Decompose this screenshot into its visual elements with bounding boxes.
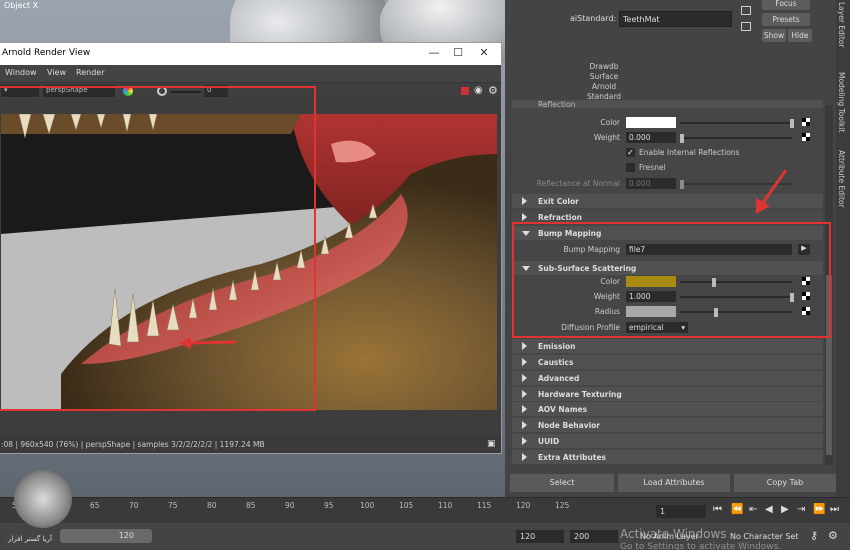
play-icon[interactable]: ▶ [781,504,789,515]
internal-reflections-label: Enable Internal Reflections [639,148,740,157]
windows-activation-subtext: Go to Settings to activate Windows. [620,542,782,550]
range-end-field[interactable]: 200 [570,530,618,543]
reflection-color-slider[interactable] [680,119,794,128]
tick-label: 120 [516,501,531,510]
section-advanced[interactable]: Advanced [512,371,823,385]
tick-label: 105 [399,501,414,510]
reflectance-normal-label: Reflectance at Normal [536,179,620,188]
minimize-button[interactable]: — [423,46,445,62]
select-button[interactable]: Select [510,474,614,492]
section-hardware-texturing[interactable]: Hardware Texturing [512,387,823,401]
prefs-icon[interactable]: ⚙ [828,529,838,542]
tick-label: 100 [360,501,375,510]
internal-reflections-checkbox[interactable]: ✓ [626,148,635,157]
object-label: Object X [4,1,39,10]
camera-icon[interactable]: ▣ [487,439,496,449]
reflection-color-swatch[interactable] [626,117,676,128]
close-button[interactable]: ✕ [473,46,495,62]
tick-label: 80 [207,501,217,510]
section-extra-attributes[interactable]: Extra Attributes [512,450,823,464]
load-attributes-button[interactable]: Load Attributes [618,474,730,492]
range-slider[interactable]: 120 [60,529,152,543]
tab-layer-editor[interactable]: Layer Editor [837,2,846,48]
current-frame-field[interactable]: 1 [656,505,706,518]
maximize-button[interactable]: ☐ [447,46,469,62]
arrow-annotation [756,169,788,214]
hide-button[interactable]: Hide [788,29,812,42]
next-key-icon[interactable]: ⇥ [797,504,805,515]
character-set-dropdown[interactable]: No Character Set [730,532,799,541]
tab-attribute-editor[interactable]: Attribute Editor [837,150,846,208]
render-status-bar: :08 | 960x540 (76%) | perspShape | sampl… [0,436,501,453]
brand-logo [14,470,72,528]
brand-logo-text: آریا گستر افزار [8,535,52,543]
tick-label: 75 [168,501,178,510]
section-caustics[interactable]: Caustics [512,355,823,369]
reflection-color-label: Color [600,118,620,127]
windows-activation-watermark: Activate Windows [620,527,727,541]
stop-icon[interactable] [461,87,469,95]
attribute-editor-actions: Select Load Attributes Copy Tab [510,474,836,494]
prev-key-icon[interactable]: ⇤ [749,504,757,515]
node-name-field[interactable]: TeethMat [619,11,732,27]
menu-render[interactable]: Render [76,68,104,77]
tick-label: 110 [438,501,453,510]
tick-label: 85 [246,501,256,510]
tick-label: 115 [477,501,492,510]
presets-button[interactable]: Presets [762,13,810,26]
focus-button[interactable]: Focus [762,0,810,10]
node-description: Drawdb Surface Arnold Standard [586,62,622,101]
presets-icon[interactable] [741,22,751,31]
tab-modeling-toolkit[interactable]: Modeling Toolkit [837,72,846,132]
gear-icon[interactable]: ⚙ [488,84,498,97]
menu-window[interactable]: Window [5,68,37,77]
tick-label: 95 [324,501,334,510]
node-type-label: aiStandard: [570,14,617,23]
fresnel-label: Fresnel [639,163,666,172]
reflection-header[interactable]: Reflection [512,100,823,109]
reflection-weight-slider[interactable] [680,134,792,143]
section-aov-names[interactable]: AOV Names [512,402,823,416]
copy-tab-button[interactable]: Copy Tab [734,474,836,492]
focus-icon[interactable] [741,6,751,15]
timeline[interactable]: 55 60 65 70 75 80 85 90 95 100 105 110 1… [0,497,850,523]
play-back-icon[interactable]: ◀ [765,504,773,515]
side-tabs: Layer Editor Modeling Toolkit Attribute … [836,0,850,500]
reflectance-normal-field: 0.000 [626,178,676,189]
section-emission[interactable]: Emission [512,339,823,353]
reflection-weight-field[interactable]: 0.000 [626,132,676,143]
reflection-weight-label: Weight [593,133,620,142]
section-node-behavior[interactable]: Node Behavior [512,418,823,432]
tick-label: 90 [285,501,295,510]
tick-label: 70 [129,501,139,510]
section-uuid[interactable]: UUID [512,434,823,448]
tick-label: 65 [90,501,100,510]
go-start-icon[interactable]: ⏮ [713,504,722,515]
highlight-box-attributes [512,222,831,338]
map-button-icon[interactable] [802,118,810,126]
step-forward-icon[interactable]: ⏩ [813,504,825,515]
render-menubar: Window View Render [0,65,501,82]
show-button[interactable]: Show [762,29,786,42]
tick-label: 125 [555,501,570,510]
fresnel-checkbox[interactable] [626,163,635,172]
ipr-icon[interactable]: ◉ [474,85,483,96]
map-button-icon[interactable] [802,133,810,141]
key-icon[interactable]: ⚷ [810,529,818,542]
go-end-icon[interactable]: ⏭ [830,504,839,515]
menu-view[interactable]: View [47,68,66,77]
range-start-field[interactable]: 120 [516,530,564,543]
step-back-icon[interactable]: ⏪ [731,504,743,515]
highlight-box-left [0,86,316,411]
